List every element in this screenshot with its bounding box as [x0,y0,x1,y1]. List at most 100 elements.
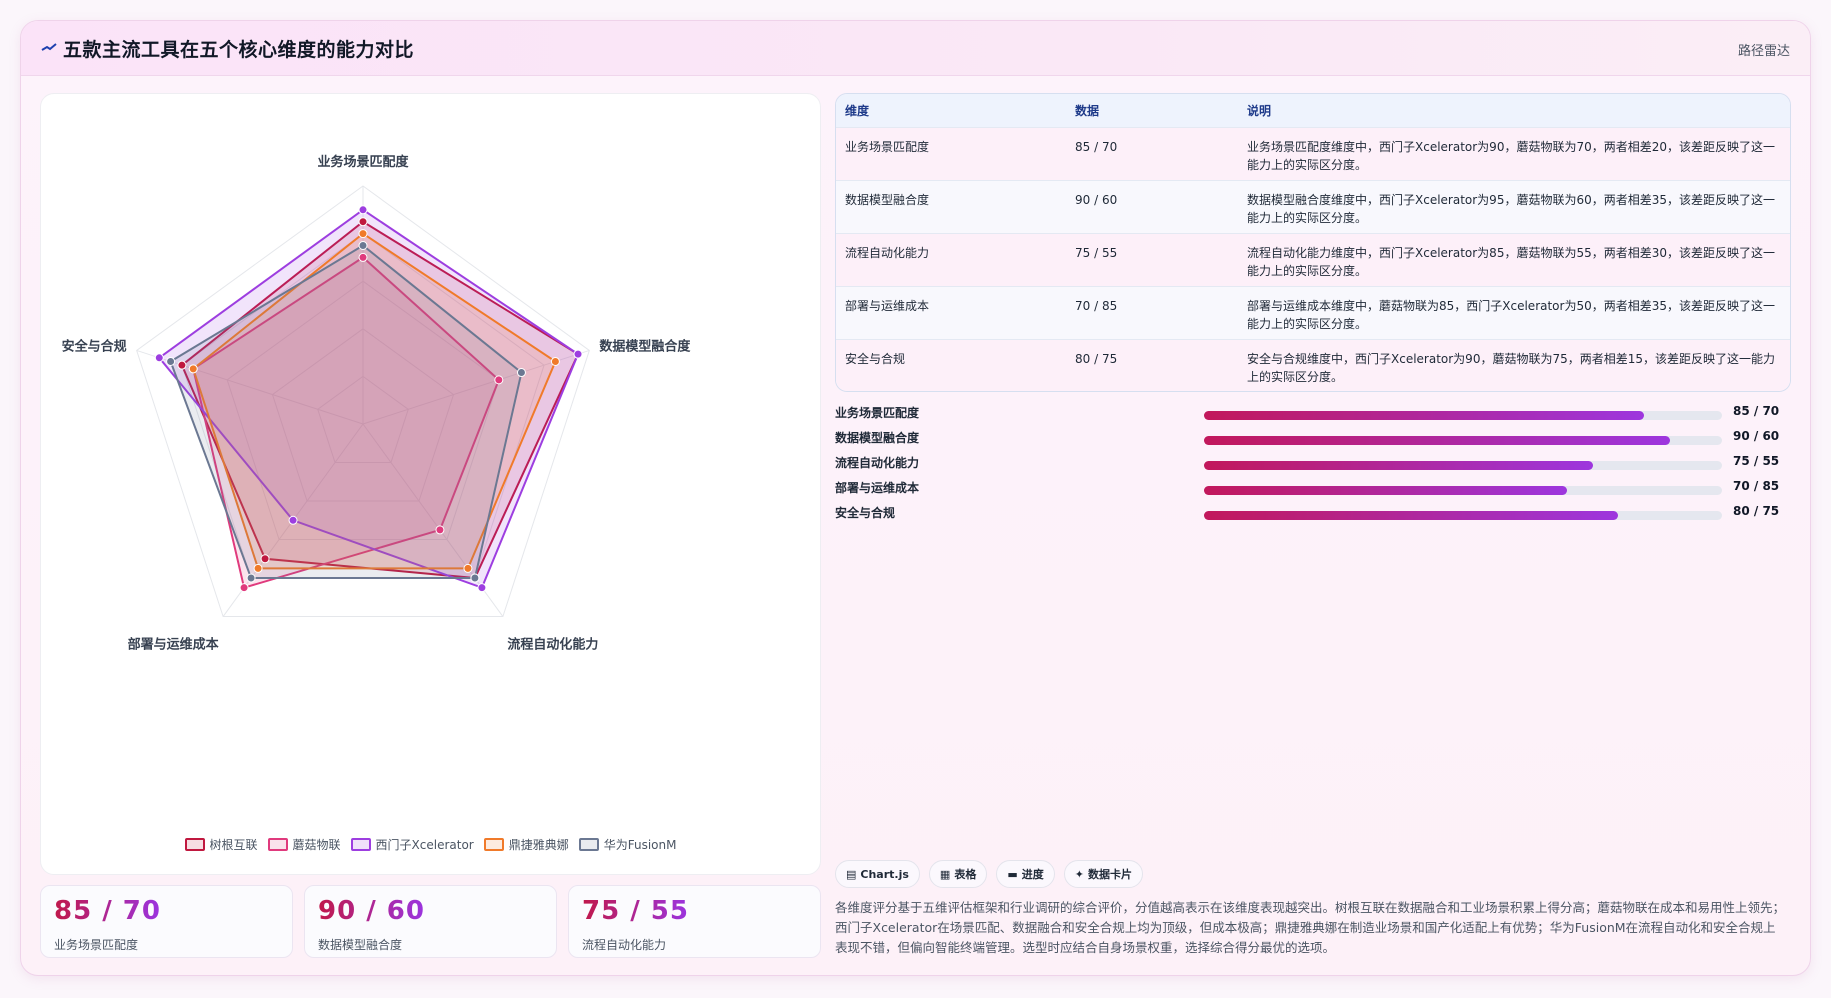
card-icon: ✦ [1074,867,1084,881]
table-cell: 流程自动化能力 [845,245,930,260]
radar-point[interactable] [550,356,560,366]
table-cell: 业务场景匹配度维度中，西门子Xcelerator为90，蘑菇物联为70，两者相差… [1247,139,1775,172]
progress-value: 80 / 75 [1733,504,1780,518]
radar-point[interactable] [470,573,480,583]
progress-list: 业务场景匹配度 85 / 70 数据模型融合度 90 / 60 流程自动化能力 75 / … [835,404,1791,529]
radar-point[interactable] [177,360,187,370]
stat-label: 业务场景匹配度 [54,938,139,952]
table-header-row: 维度 数据 说明 [836,94,1790,127]
table-row: 流程自动化能力 75 / 55 流程自动化能力维度中，西门子Xcelerator… [836,233,1790,286]
stat-label: 流程自动化能力 [582,938,667,952]
view-chip[interactable]: ▬ 进度 [996,860,1055,888]
radar-point[interactable] [358,229,368,239]
progress-label: 流程自动化能力 [835,456,920,470]
progress-label: 安全与合规 [835,506,896,520]
chip-label: 表格 [954,868,977,881]
radar-point[interactable] [516,368,526,378]
stat-card: 75 / 55 流程自动化能力 [568,885,821,958]
radar-point[interactable] [358,217,368,227]
radar-axis-label: 安全与合规 [62,338,127,354]
table-cell: 安全与合规维度中，西门子Xcelerator为90，蘑菇物联为75，两者相差15… [1247,351,1775,384]
progress-track [1204,486,1722,495]
table-cell: 85 / 70 [1075,139,1118,154]
chip-label: 进度 [1021,868,1044,881]
progress-row: 流程自动化能力 75 / 55 [835,454,1791,479]
table-cell: 数据模型融合度 [845,192,930,207]
legend-item[interactable]: 树根互联 [184,836,258,853]
table-cell: 90 / 60 [1075,192,1118,207]
progress-row: 安全与合规 80 / 75 [835,504,1791,529]
table-row: 安全与合规 80 / 75 安全与合规维度中，西门子Xcelerator为90，… [836,339,1790,391]
progress-row: 部署与运维成本 70 / 85 [835,479,1791,504]
header-tag: 路径雷达 [1737,44,1790,59]
table-icon: ▦ [939,867,951,881]
legend-label: 树根互联 [209,838,258,852]
legend-swatch [578,838,599,851]
table-cell: 数据模型融合度维度中，西门子Xcelerator为95，蘑菇物联为60，两者相差… [1247,192,1775,225]
progress-track [1204,436,1722,445]
progress-label: 业务场景匹配度 [835,406,920,420]
stat-label: 数据模型融合度 [318,938,403,952]
radar-axis-label: 数据模型融合度 [599,338,691,354]
legend-swatch [483,838,504,851]
radar-point[interactable] [573,349,583,359]
legend-label: 蘑菇物联 [292,838,341,852]
progress-track [1204,461,1722,470]
radar-point[interactable] [253,563,263,573]
table-row: 数据模型融合度 90 / 60 数据模型融合度维度中，西门子Xcelerator… [836,180,1790,233]
progress-track [1204,511,1722,520]
table-cell: 业务场景匹配度 [845,139,930,154]
stat-value: 85 / 70 [54,896,161,926]
stat-card: 85 / 70 业务场景匹配度 [40,885,293,958]
chart-icon: ▤ [846,867,857,881]
radar-chart-panel: 业务场景匹配度 数据模型融合度 流程自动化能力 部署与运维成本 安全与合规 树根互联 蘑菇… [40,93,821,875]
chart-legend: 树根互联 蘑菇物联 西门子Xcelerator 鼎捷雅典娜 华为FusionM [41,836,820,853]
chip-label: 数据卡片 [1087,868,1132,881]
progress-fill [1204,511,1619,520]
radar-point[interactable] [358,205,368,215]
radar-point[interactable] [463,563,473,573]
legend-swatch [184,838,205,851]
stat-value: 75 / 55 [582,896,689,926]
radar-point[interactable] [246,573,256,583]
progress-fill [1204,436,1671,445]
radar-point[interactable] [358,241,368,250]
radar-point[interactable] [288,515,298,525]
radar-point[interactable] [166,356,176,366]
table-cell: 部署与运维成本维度中，蘑菇物联为85，西门子Xcelerator为50，两者相差… [1247,298,1775,331]
radar-point[interactable] [494,375,504,385]
radar-point[interactable] [188,364,198,374]
progress-value: 75 / 55 [1733,454,1780,468]
view-chip[interactable]: ✦ 数据卡片 [1063,860,1143,888]
column-header: 数据 [1075,103,1100,118]
view-chips: ▤ Chart.js ▦ 表格 ▬ 进度 ✦ 数据卡片 [835,860,1143,888]
radar-point[interactable] [435,525,445,535]
legend-item[interactable]: 华为FusionM [578,836,677,853]
legend-item[interactable]: 西门子Xcelerator [350,836,474,853]
progress-fill [1204,486,1567,495]
progress-value: 90 / 60 [1733,429,1780,443]
table-cell: 80 / 75 [1075,351,1118,366]
radar-point[interactable] [358,252,368,262]
radar-point[interactable] [477,583,487,593]
legend-label: 华为FusionM [603,838,677,852]
progress-row: 数据模型融合度 90 / 60 [835,429,1791,454]
progress-track [1204,411,1722,420]
progress-value: 70 / 85 [1733,479,1780,493]
radar-axis-label: 业务场景匹配度 [317,154,409,170]
view-chip[interactable]: ▦ 表格 [928,860,988,888]
summary-note: 各维度评分基于五维评估框架和行业调研的综合评价，分值越高表示在该维度表现越突出。… [835,900,1786,955]
table-row: 业务场景匹配度 85 / 70 业务场景匹配度维度中，西门子Xcelerator… [836,127,1790,180]
legend-item[interactable]: 蘑菇物联 [267,836,341,853]
data-table: 维度 数据 说明 业务场景匹配度 85 / 70 业务场景匹配度维度中，西门子X… [835,93,1791,392]
view-chip[interactable]: ▤ Chart.js [835,860,920,888]
radar-point[interactable] [260,554,270,564]
progress-fill [1204,461,1593,470]
radar-point[interactable] [239,583,249,593]
legend-item[interactable]: 鼎捷雅典娜 [483,836,569,853]
radar-axis-label: 部署与运维成本 [128,637,219,653]
table-cell: 70 / 85 [1075,298,1118,313]
radar-point[interactable] [154,353,164,363]
progress-label: 部署与运维成本 [835,481,920,495]
progress-fill [1204,411,1645,420]
